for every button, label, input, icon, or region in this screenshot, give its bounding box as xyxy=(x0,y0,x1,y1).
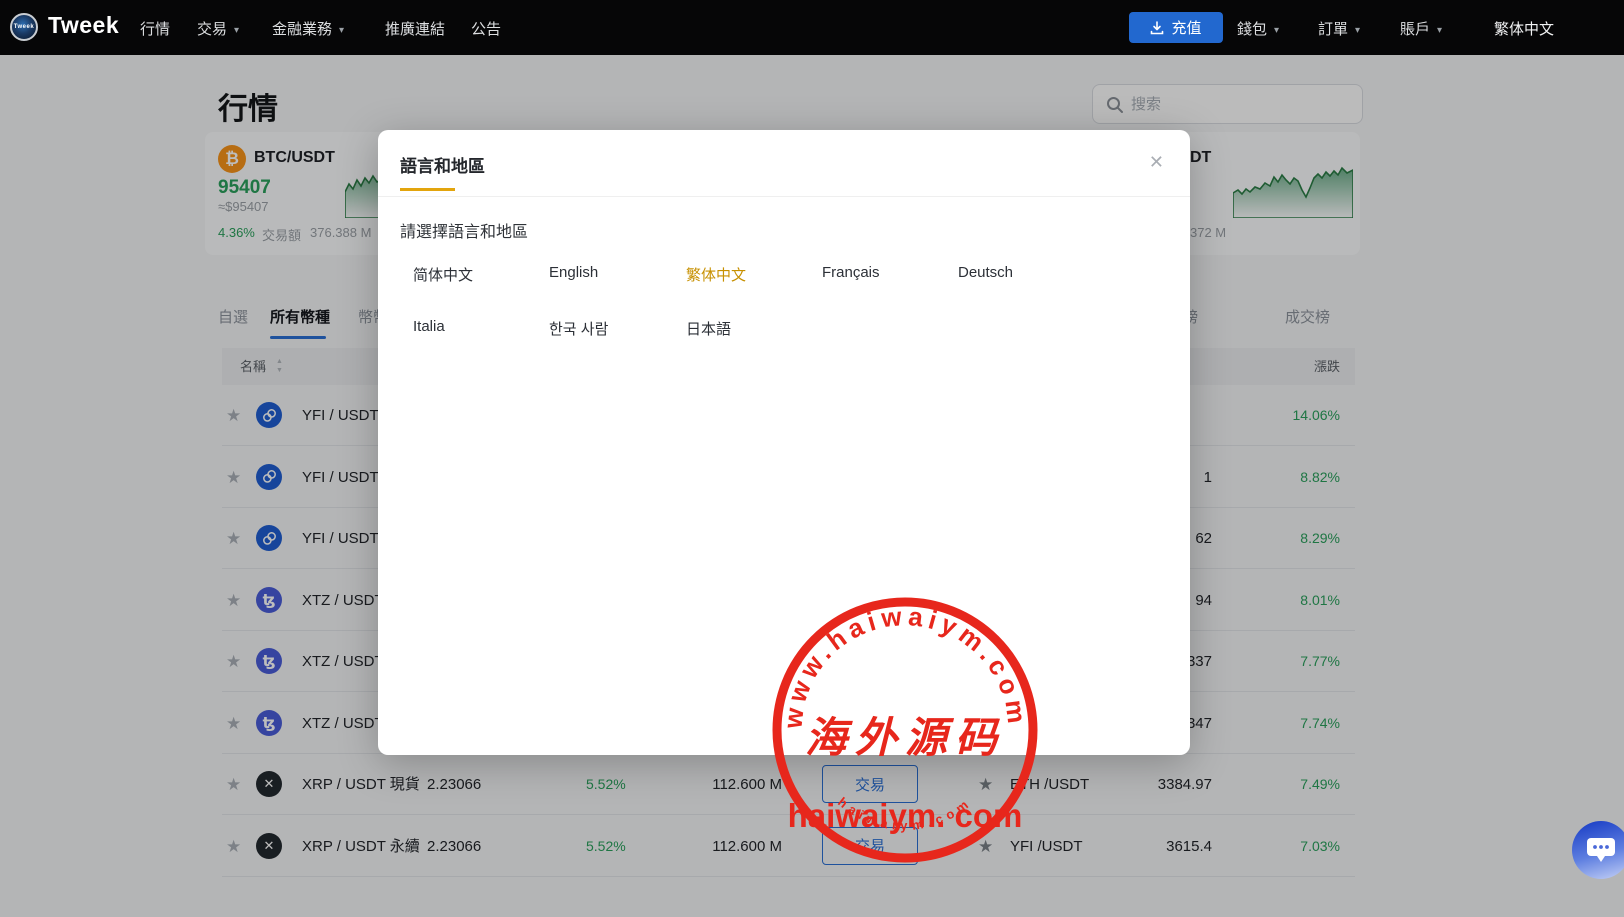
modal-title: 語言和地區 xyxy=(400,152,485,177)
modal-title-underline xyxy=(400,188,455,191)
language-option-ko[interactable]: 한국 사람 xyxy=(549,318,608,339)
nav-item-finance[interactable]: 金融業務▾ xyxy=(272,18,344,39)
nav-item-wallet[interactable]: 錢包▾ xyxy=(1237,18,1279,39)
language-switcher[interactable]: 繁体中文 xyxy=(1494,18,1554,39)
language-option-fr[interactable]: Français xyxy=(822,264,880,281)
language-option-en[interactable]: English xyxy=(549,264,598,281)
language-option-ja[interactable]: 日本語 xyxy=(686,318,731,339)
brand-logo-icon[interactable]: Tweek xyxy=(10,13,38,41)
support-chat-button[interactable] xyxy=(1572,821,1624,879)
nav-item-announcements[interactable]: 公告 xyxy=(471,18,501,39)
language-option-de[interactable]: Deutsch xyxy=(958,264,1013,281)
top-navbar: Tweek Tweek 行情 交易▾ 金融業務▾ 推廣連結 公告 充值 錢包▾ … xyxy=(0,0,1624,55)
deposit-label: 充值 xyxy=(1171,17,1201,38)
chevron-down-icon: ▾ xyxy=(339,25,344,36)
download-icon xyxy=(1150,21,1164,35)
language-option-zh-cn[interactable]: 简体中文 xyxy=(413,264,473,285)
nav-item-orders[interactable]: 訂單▾ xyxy=(1318,18,1360,39)
close-icon[interactable]: ✕ xyxy=(1149,152,1164,173)
nav-item-referral[interactable]: 推廣連結 xyxy=(385,18,445,39)
language-option-zh-tw[interactable]: 繁体中文 xyxy=(686,264,746,285)
chevron-down-icon: ▾ xyxy=(234,25,239,36)
language-option-it[interactable]: Italia xyxy=(413,318,445,335)
brand-name[interactable]: Tweek xyxy=(48,12,119,39)
brand-logo-text: Tweek xyxy=(14,24,34,30)
chat-bubble-icon xyxy=(1586,836,1616,864)
chevron-down-icon: ▾ xyxy=(1274,25,1279,36)
nav-item-account[interactable]: 賬戶▾ xyxy=(1400,18,1442,39)
modal-subtitle: 請選擇語言和地區 xyxy=(400,218,528,242)
deposit-button[interactable]: 充值 xyxy=(1129,12,1223,43)
chevron-down-icon: ▾ xyxy=(1355,25,1360,36)
modal-divider xyxy=(378,196,1190,197)
app-root: Tweek Tweek 行情 交易▾ 金融業務▾ 推廣連結 公告 充值 錢包▾ … xyxy=(0,0,1624,917)
nav-item-markets[interactable]: 行情 xyxy=(140,18,170,39)
chevron-down-icon: ▾ xyxy=(1437,25,1442,36)
nav-item-trade[interactable]: 交易▾ xyxy=(197,18,239,39)
language-modal: 語言和地區 ✕ 請選擇語言和地區 简体中文 English 繁体中文 Franç… xyxy=(378,130,1190,755)
